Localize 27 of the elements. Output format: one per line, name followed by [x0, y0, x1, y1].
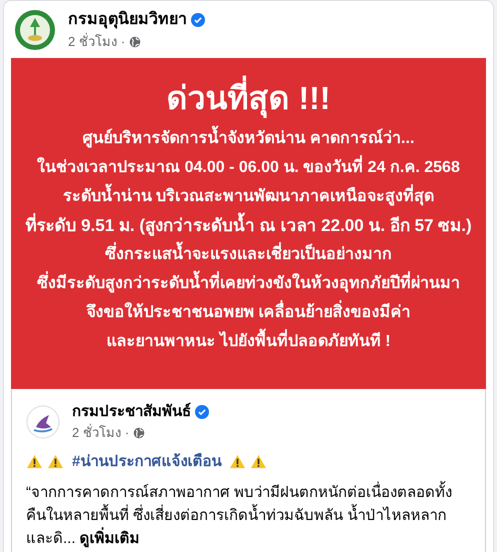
warning-icon [229, 454, 246, 470]
poster-line: ในช่วงเวลาประมาณ 04.00 - 06.00 น. ของวันที่ 24 ก.ค. 2568 [37, 153, 460, 182]
warning-icon [47, 454, 64, 470]
poster-line: ที่ระดับ 9.51 ม. (สูงกว่าระดับน้ำ ณ เวลา 22.00 น. อีก 57 ซม.) [25, 211, 472, 240]
page-name[interactable]: กรมประชาสัมพันธ์ [72, 400, 191, 423]
poster-line: ศูนย์บริหารจัดการน้ำจังหวัดน่าน คาดการณ์ว่า... [82, 124, 414, 154]
globe-icon [129, 36, 142, 48]
warning-poster[interactable] [11, 58, 486, 388]
separator-dot: · [124, 424, 130, 442]
post-time[interactable]: 2 ชั่วโมง [68, 32, 117, 52]
poster-line: ซึ่งมีระดับสูงกว่าระดับน้ำที่เคยท่วงขังในห้วงอุทกภัยปีที่ผ่านมา [37, 269, 460, 298]
poster-headline: ด่วนที่สุด !!! [166, 76, 330, 120]
poster-line: ระดับน้ำน่าน บริเวณสะพานพัฒนาภาคเหนือจะสูงที่สุด [62, 182, 434, 212]
page-avatar-icon[interactable] [14, 8, 56, 51]
shared-post-card[interactable]: กรมประชาสัมพันธ์ 2 ชั่วโมง · #น่านประกาศแจ้งเตือน “จากการคาดการณ์สภาพอากาศ พบว่ามีฝนตกหนักต่อเนื่องตลอดทั้งคืนในหลายพื้นที่ ซึ่งเสี่ยงต่อการเกิดน้ำท่วมฉับพลัน น้ำป่าไหลหลาก และดิ... ดูเพิ่มเติม [11, 388, 486, 552]
post-time[interactable]: 2 ชั่วโมง [72, 423, 121, 442]
page-avatar-icon[interactable] [26, 404, 60, 438]
page-name[interactable]: กรมอุตุนิยมวิทยา [68, 8, 187, 32]
poster-line: ซึ่งกระแสน้ำจะแรงและเชี่ยวเป็นอย่างมาก [105, 240, 392, 270]
poster-line: และยานพาหนะ ไปยังพื้นที่ปลอดภัยทันที ! [106, 327, 391, 356]
hashtag-link[interactable]: #น่านประกาศแจ้งเตือน [72, 450, 222, 473]
separator-dot: · [120, 32, 126, 51]
post-text: “จากการคาดการณ์สภาพอากาศ พบว่ามีฝนตกหนักต่อเนื่องตลอดทั้งคืนในหลายพื้นที่ ซึ่งเสี่ยงต่อการเกิดน้ำท่วมฉับพลัน น้ำป่าไหลหลาก และดิ... ดูเพิ่มเติม [26, 481, 471, 550]
globe-icon [133, 426, 146, 439]
warning-icon [250, 454, 268, 470]
warning-icon [26, 454, 43, 470]
poster-line: จึงขอให้ประชาชนอพยพ เคลื่อนย้ายสิ่งของมีค่า [86, 298, 411, 328]
